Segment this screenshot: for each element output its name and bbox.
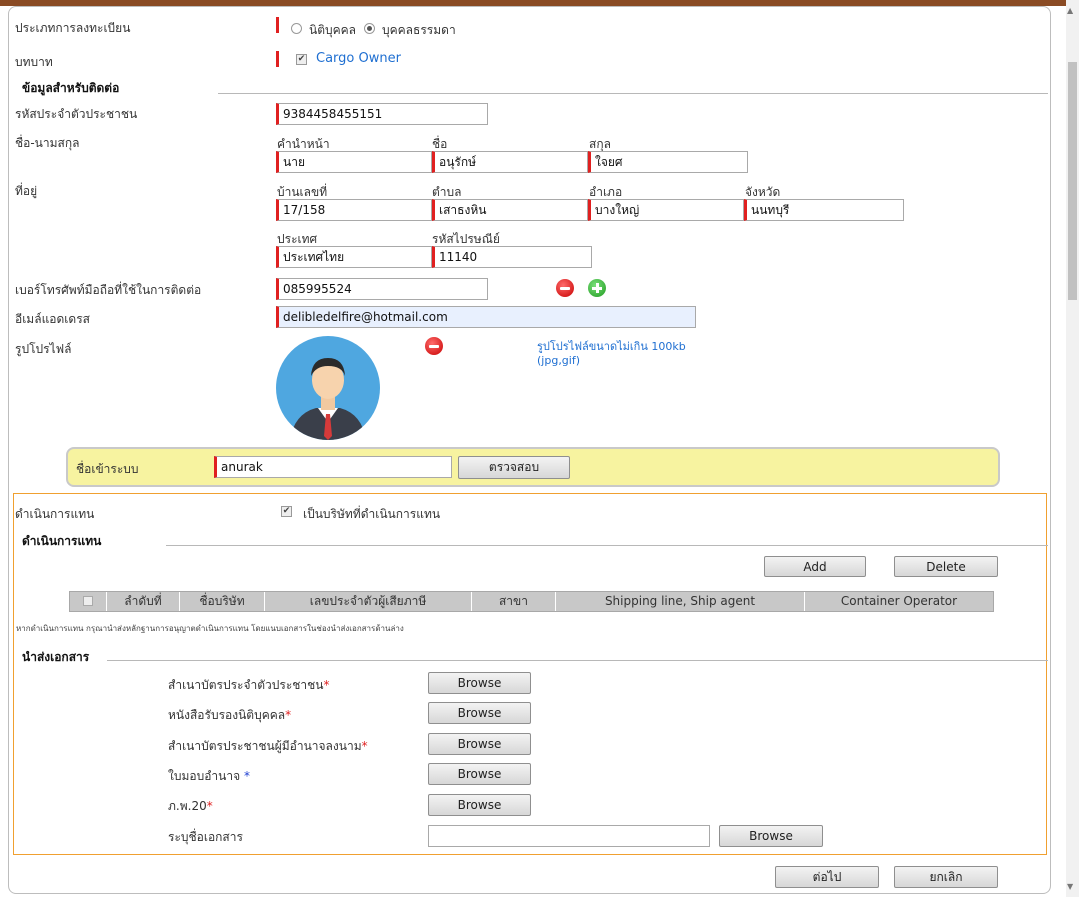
required-star: * bbox=[206, 799, 213, 813]
email-input[interactable]: delibledelfire@hotmail.com bbox=[276, 306, 696, 328]
divider bbox=[166, 545, 1048, 546]
radio-juristic[interactable] bbox=[291, 23, 302, 34]
document-label: ใบมอบอำนาจ * bbox=[168, 767, 250, 786]
scroll-down-icon[interactable]: ▼ bbox=[1067, 882, 1073, 891]
required-star: * bbox=[361, 739, 368, 753]
required-star: * bbox=[323, 678, 330, 692]
radio-individual-label: บุคคลธรรมดา bbox=[382, 23, 456, 37]
subdistrict-input[interactable]: เสาธงหิน bbox=[432, 199, 588, 221]
profile-hint-format: (jpg,gif) bbox=[537, 354, 581, 367]
delete-button[interactable]: Delete bbox=[894, 556, 998, 577]
scroll-up-icon[interactable]: ▲ bbox=[1067, 6, 1073, 15]
postcode-input[interactable]: 11140 bbox=[432, 246, 592, 268]
phone-label: เบอร์โทรศัพท์มือถือที่ใช้ในการติดต่อ bbox=[15, 283, 202, 297]
agent-company-checkbox-label: เป็นบริษัทที่ดำเนินการแทน bbox=[303, 507, 441, 521]
divider bbox=[218, 93, 1048, 94]
column-header: Container Operator bbox=[840, 594, 958, 608]
browse-signatory-id-button[interactable]: Browse bbox=[428, 733, 531, 755]
agent-section-title: ดำเนินการแทน bbox=[22, 534, 102, 548]
documents-section-title: นำส่งเอกสาร bbox=[22, 650, 90, 664]
browse-company-cert-button[interactable]: Browse bbox=[428, 702, 531, 724]
add-button[interactable]: Add bbox=[764, 556, 866, 577]
column-header: เลขประจำตัวผู้เสียภาษี bbox=[265, 592, 472, 611]
house-number-input[interactable]: 17/158 bbox=[276, 199, 432, 221]
radio-juristic-label: นิติบุคคล bbox=[309, 23, 357, 37]
column-header: ชื่อบริษัท bbox=[180, 592, 265, 611]
radio-individual[interactable] bbox=[364, 23, 375, 34]
next-button[interactable]: ต่อไป bbox=[775, 866, 879, 888]
fullname-label: ชื่อ-นามสกุล bbox=[15, 136, 80, 150]
agent-company-checkbox[interactable]: ✔ bbox=[281, 506, 292, 517]
column-header: ลำดับที่ bbox=[107, 592, 180, 611]
address-label: ที่อยู่ bbox=[15, 184, 38, 198]
username-input[interactable]: anurak bbox=[214, 456, 452, 478]
profile-hint-size: รูปโปรไฟล์ขนาดไม่เกิน 100kb bbox=[537, 340, 686, 353]
custom-document-input[interactable] bbox=[428, 825, 710, 847]
citizen-id-label: รหัสประจำตัวประชาชน bbox=[15, 107, 138, 121]
add-phone-icon[interactable] bbox=[588, 279, 606, 297]
column-header: Shipping line, Ship agent bbox=[556, 592, 805, 611]
cancel-button[interactable]: ยกเลิก bbox=[894, 866, 998, 888]
country-input[interactable]: ประเทศไทย bbox=[276, 246, 432, 268]
avatar bbox=[276, 336, 380, 440]
document-label: สำเนาบัตรประจำตัวประชาชน* bbox=[168, 676, 330, 695]
remove-profile-icon[interactable] bbox=[425, 337, 443, 355]
title-input[interactable]: นาย bbox=[276, 151, 432, 173]
agent-table-header: ลำดับที่ ชื่อบริษัท เลขประจำตัวผู้เสียภา… bbox=[69, 591, 994, 612]
registration-type-label: ประเภทการลงทะเบียน bbox=[15, 21, 131, 35]
remove-phone-icon[interactable] bbox=[556, 279, 574, 297]
phone-input[interactable]: 085995524 bbox=[276, 278, 488, 300]
required-star: * bbox=[243, 769, 250, 783]
username-label: ชื่อเข้าระบบ bbox=[76, 462, 139, 476]
divider bbox=[107, 660, 1048, 661]
document-label: สำเนาบัตรประชาชนผู้มีอำนาจลงนาม* bbox=[168, 737, 368, 756]
required-marker bbox=[276, 17, 279, 33]
document-label-text: ภ.พ.20 bbox=[168, 799, 207, 813]
avatar-image bbox=[276, 336, 380, 440]
role-cargo-owner-label: Cargo Owner bbox=[316, 51, 401, 66]
browse-id-copy-button[interactable]: Browse bbox=[428, 672, 531, 694]
email-label: อีเมล์แอดเดรส bbox=[15, 312, 90, 326]
document-label-text: สำเนาบัตรประจำตัวประชาชน bbox=[168, 678, 324, 692]
lastname-input[interactable]: ใจยศ bbox=[588, 151, 748, 173]
document-label: ภ.พ.20* bbox=[168, 797, 213, 816]
profile-label: รูปโปรไฟล์ bbox=[15, 342, 72, 356]
contact-section-title: ข้อมูลสำหรับติดต่อ bbox=[22, 81, 120, 95]
select-all-cell bbox=[70, 592, 107, 611]
browse-pp20-button[interactable]: Browse bbox=[428, 794, 531, 816]
role-cargo-owner-checkbox[interactable]: ✔ bbox=[296, 54, 307, 65]
select-all-checkbox[interactable] bbox=[83, 596, 93, 606]
scrollbar-thumb[interactable] bbox=[1068, 62, 1077, 300]
column-header: สาขา bbox=[472, 592, 556, 611]
required-star: * bbox=[285, 708, 292, 722]
firstname-input[interactable]: อนุรักษ์ bbox=[432, 151, 588, 173]
document-label-text: หนังสือรับรองนิติบุคคล bbox=[168, 708, 286, 722]
custom-document-label: ระบุชื่อเอกสาร bbox=[168, 830, 243, 844]
citizen-id-input[interactable]: 9384458455151 bbox=[276, 103, 488, 125]
browse-custom-document-button[interactable]: Browse bbox=[719, 825, 823, 847]
document-label-text: สำเนาบัตรประชาชนผู้มีอำนาจลงนาม bbox=[168, 739, 362, 753]
check-username-button[interactable]: ตรวจสอบ bbox=[458, 456, 570, 479]
required-marker bbox=[276, 51, 279, 67]
agent-label: ดำเนินการแทน bbox=[15, 507, 95, 521]
browse-power-of-attorney-button[interactable]: Browse bbox=[428, 763, 531, 785]
province-input[interactable]: นนทบุรี bbox=[744, 199, 904, 221]
district-input[interactable]: บางใหญ่ bbox=[588, 199, 744, 221]
role-label: บทบาท bbox=[15, 55, 53, 69]
document-label-text: ใบมอบอำนาจ bbox=[168, 769, 244, 783]
agent-note: หากดำเนินการแทน กรุณานำส่งหลักฐานการอนุญ… bbox=[16, 624, 404, 633]
document-label: หนังสือรับรองนิติบุคคล* bbox=[168, 706, 291, 725]
